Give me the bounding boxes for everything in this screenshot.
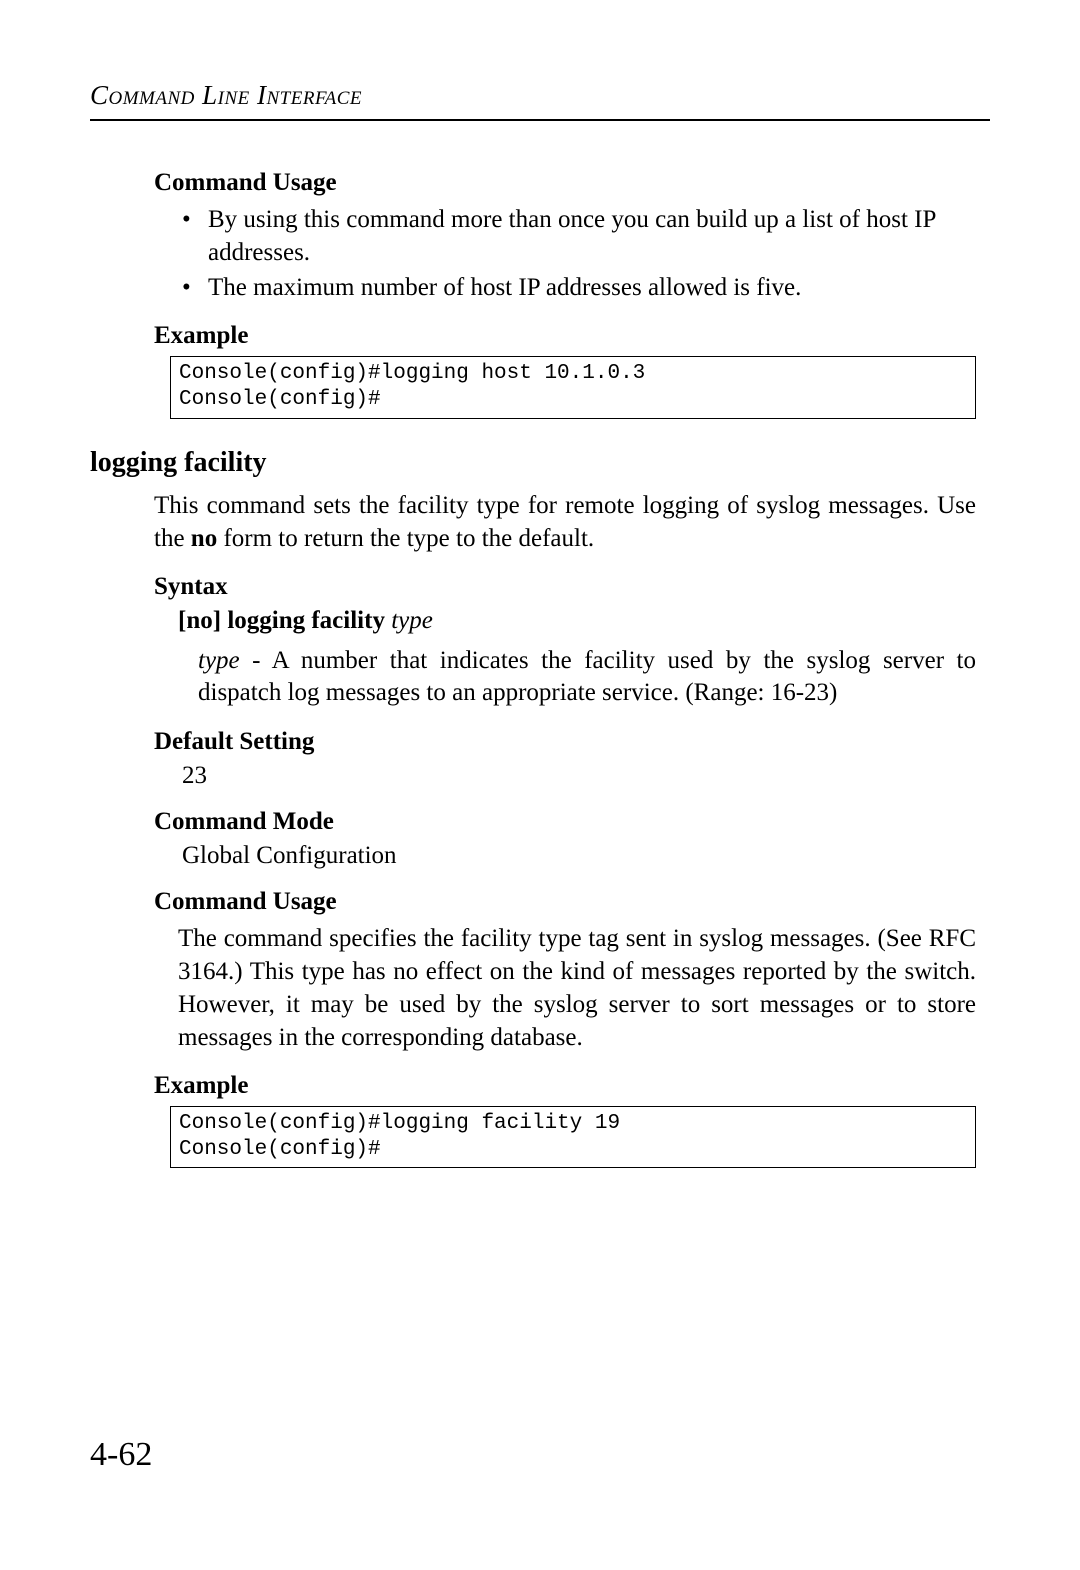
syntax-arg: type — [391, 607, 433, 634]
command-mode-heading: Command Mode — [154, 808, 976, 836]
syntax-arg-description: type - A number that indicates the facil… — [198, 645, 976, 710]
example-code-block-2: Console(config)#logging facility 19 Cons… — [170, 1106, 976, 1169]
command-mode-value: Global Configuration — [182, 842, 976, 870]
syntax-line: [no] logging facility type — [178, 607, 976, 635]
intro-text-post: form to return the type to the default. — [217, 525, 594, 552]
section-intro: This command sets the facility type for … — [154, 489, 976, 555]
syntax-no: no — [186, 607, 212, 634]
command-usage-heading: Command Usage — [154, 169, 976, 197]
section-title-logging-facility: logging facility — [90, 447, 990, 479]
example-code-block: Console(config)#logging host 10.1.0.3 Co… — [170, 356, 976, 419]
intro-no-keyword: no — [191, 525, 217, 552]
example-heading: Example — [154, 322, 976, 350]
command-usage-heading-2: Command Usage — [154, 888, 976, 916]
page: Command Line Interface Command Usage By … — [0, 0, 1080, 1570]
list-item: By using this command more than once you… — [182, 203, 976, 269]
default-setting-heading: Default Setting — [154, 728, 976, 756]
running-head: Command Line Interface — [90, 80, 990, 111]
page-number: 4-62 — [90, 1436, 152, 1474]
section-content: This command sets the facility type for … — [90, 489, 990, 1169]
arg-desc-text: - A number that indicates the facility u… — [198, 647, 976, 707]
example-heading-2: Example — [154, 1072, 976, 1100]
usage-bullet-list: By using this command more than once you… — [182, 203, 976, 304]
syntax-heading: Syntax — [154, 573, 976, 601]
syntax-bracket-close: ] — [213, 607, 228, 634]
content-block: Command Usage By using this command more… — [90, 169, 990, 419]
header-rule — [90, 119, 990, 121]
default-setting-value: 23 — [182, 762, 976, 790]
command-usage-text: The command specifies the facility type … — [178, 922, 976, 1054]
list-item: The maximum number of host IP addresses … — [182, 271, 976, 304]
arg-name: type — [198, 647, 240, 674]
syntax-command: logging facility — [227, 607, 385, 634]
